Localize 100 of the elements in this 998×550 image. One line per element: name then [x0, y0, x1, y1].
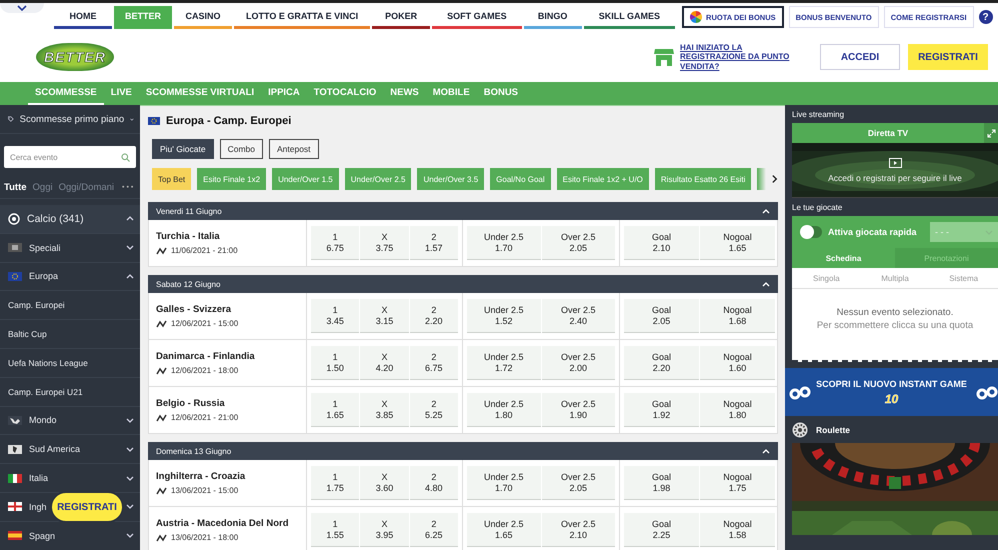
odds-button[interactable]: Under 2.5 1.72: [467, 346, 540, 380]
odds-button[interactable]: Over 2.5 2.00: [542, 346, 615, 380]
day-header[interactable]: Sabato 12 Giugno: [148, 275, 778, 293]
match-time: 12/06/2021 - 18:00: [171, 366, 238, 375]
play-icon[interactable]: [888, 158, 902, 168]
match-name[interactable]: Inghilterra - Croazia: [156, 471, 306, 482]
view-tab[interactable]: Antepost: [268, 139, 319, 159]
odds-button[interactable]: Over 2.5 2.40: [542, 299, 615, 333]
day-header[interactable]: Venerdi 11 Giugno: [148, 202, 778, 220]
odds-button[interactable]: X 3.15: [360, 299, 409, 333]
odds-button[interactable]: 2 4.80: [410, 466, 458, 500]
region-item[interactable]: Sud America: [8, 444, 80, 454]
odds-button[interactable]: 1 1.65: [311, 393, 360, 427]
match-name[interactable]: Turchia - Italia: [156, 231, 306, 242]
odds-button[interactable]: Under 2.5 1.70: [467, 226, 540, 260]
nav-tab[interactable]: SKILL GAMES: [584, 6, 676, 29]
odds-button[interactable]: X 3.95: [360, 513, 409, 547]
nav-tab[interactable]: SOFT GAMES: [432, 6, 522, 29]
toggle-switch[interactable]: [800, 226, 822, 238]
nav-tab[interactable]: LOTTO E GRATTA E VINCI: [234, 6, 370, 29]
floating-register-button[interactable]: REGISTRATI: [50, 491, 124, 523]
odds-button[interactable]: Goal 2.20: [624, 346, 699, 380]
odds-button[interactable]: Under 2.5 1.52: [467, 299, 540, 333]
odds-button[interactable]: Goal 1.98: [624, 466, 699, 500]
region-item[interactable]: Mondo: [8, 415, 57, 426]
odds-button[interactable]: Over 2.5 2.05: [542, 466, 615, 500]
market-tab[interactable]: Top Bet: [152, 168, 192, 190]
odds-button[interactable]: 1 6.75: [311, 226, 360, 260]
region-item[interactable]: Italia: [8, 473, 48, 484]
day-header[interactable]: Domenica 13 Giugno: [148, 442, 778, 460]
odds-button[interactable]: 1 1.75: [311, 466, 360, 500]
odds-button[interactable]: 2 1.57: [410, 226, 458, 260]
odds-button[interactable]: X 3.60: [360, 466, 409, 500]
odds-button[interactable]: Nogoal 1.60: [700, 346, 775, 380]
match-name[interactable]: Belgio - Russia: [156, 398, 306, 409]
odds-button[interactable]: 2 6.75: [410, 346, 458, 380]
view-tab[interactable]: Piu' Giocate: [152, 139, 214, 159]
menu-toggle[interactable]: [0, 3, 44, 13]
store-registration-link[interactable]: HAI INIZIATO LA REGISTRAZIONE DA PUNTO VENDITA?: [680, 42, 798, 72]
odds-button[interactable]: Goal 1.92: [624, 393, 699, 427]
region-item[interactable]: Spagn: [8, 530, 56, 541]
stats-icon[interactable]: [156, 246, 167, 254]
chevron-icon[interactable]: [126, 245, 134, 250]
flag-icon: [8, 416, 22, 425]
odds-button[interactable]: Nogoal 1.68: [700, 299, 775, 333]
odds-button[interactable]: Nogoal 1.58: [700, 513, 775, 547]
odds-button[interactable]: Nogoal 1.65: [700, 226, 775, 260]
odds-button[interactable]: 2 5.25: [410, 393, 458, 427]
help-icon[interactable]: ?: [978, 10, 993, 24]
odds-button[interactable]: X 4.20: [360, 346, 409, 380]
odds-button[interactable]: X 3.85: [360, 393, 409, 427]
odds-button[interactable]: Over 2.5 2.05: [542, 226, 615, 260]
flag-icon: [8, 272, 22, 281]
chevron-icon[interactable]: [126, 476, 134, 481]
chevron-icon[interactable]: [126, 446, 134, 452]
odds-button[interactable]: Nogoal 1.75: [700, 466, 775, 500]
chevron-icon[interactable]: [126, 533, 134, 538]
chevron-icon[interactable]: [126, 274, 134, 279]
nav-tab[interactable]: CASINO: [174, 6, 232, 29]
region-item[interactable]: Speciali: [8, 242, 61, 253]
odds-button[interactable]: Over 2.5 2.10: [542, 513, 615, 547]
search-field[interactable]: Cerca evento: [4, 146, 136, 168]
date-filter-tab[interactable]: Tutte: [4, 182, 27, 192]
odds-button[interactable]: Goal 2.10: [624, 226, 699, 260]
chevron-icon[interactable]: [126, 418, 134, 423]
sport-item[interactable]: Calcio (341): [0, 205, 140, 234]
login-button[interactable]: ACCEDI: [820, 44, 900, 70]
nav-tab[interactable]: BINGO: [524, 6, 582, 29]
stats-icon[interactable]: [156, 320, 167, 328]
stats-icon[interactable]: [156, 366, 167, 374]
odds-button[interactable]: Nogoal 1.80: [700, 393, 775, 427]
match-name[interactable]: Galles - Svizzera: [156, 304, 306, 315]
odds-button[interactable]: X 3.75: [360, 226, 409, 260]
view-tab[interactable]: Combo: [220, 139, 263, 159]
odds-button[interactable]: 1 3.45: [311, 299, 360, 333]
odds-button[interactable]: 1 1.55: [311, 513, 360, 547]
odds-button[interactable]: Goal 2.25: [624, 513, 699, 547]
match-time: 13/06/2021 - 18:00: [171, 533, 238, 542]
odds-button[interactable]: 2 2.20: [410, 299, 458, 333]
nav-tab[interactable]: POKER: [372, 6, 430, 29]
odds-button[interactable]: 2 6.25: [410, 513, 458, 547]
stats-icon[interactable]: [156, 486, 167, 494]
stats-icon[interactable]: [156, 534, 167, 542]
chevron-icon[interactable]: [126, 504, 134, 510]
odds-button[interactable]: Goal 2.05: [624, 299, 699, 333]
odds-button[interactable]: 1 1.50: [311, 346, 360, 380]
region-item[interactable]: Ingh: [8, 502, 47, 512]
chevron-right-icon[interactable]: [772, 174, 778, 184]
stats-icon[interactable]: [156, 414, 167, 422]
odds-button[interactable]: Over 2.5 1.90: [542, 393, 615, 427]
odds-button[interactable]: Under 2.5 1.65: [467, 513, 540, 547]
register-button[interactable]: REGISTRATI: [908, 44, 988, 70]
match-name[interactable]: Austria - Macedonia Del Nord: [156, 518, 306, 529]
match-name[interactable]: Danimarca - Finlandia: [156, 351, 306, 362]
expand-button[interactable]: [984, 123, 998, 143]
promo-banner[interactable]: SCOPRI IL NUOVO INSTANT GAME 10: [785, 368, 998, 416]
odds-button[interactable]: Under 2.5 1.80: [467, 393, 540, 427]
expand-icon: [986, 128, 996, 138]
odds-button[interactable]: Under 2.5 1.70: [467, 466, 540, 500]
region-item[interactable]: Europa: [8, 271, 58, 282]
